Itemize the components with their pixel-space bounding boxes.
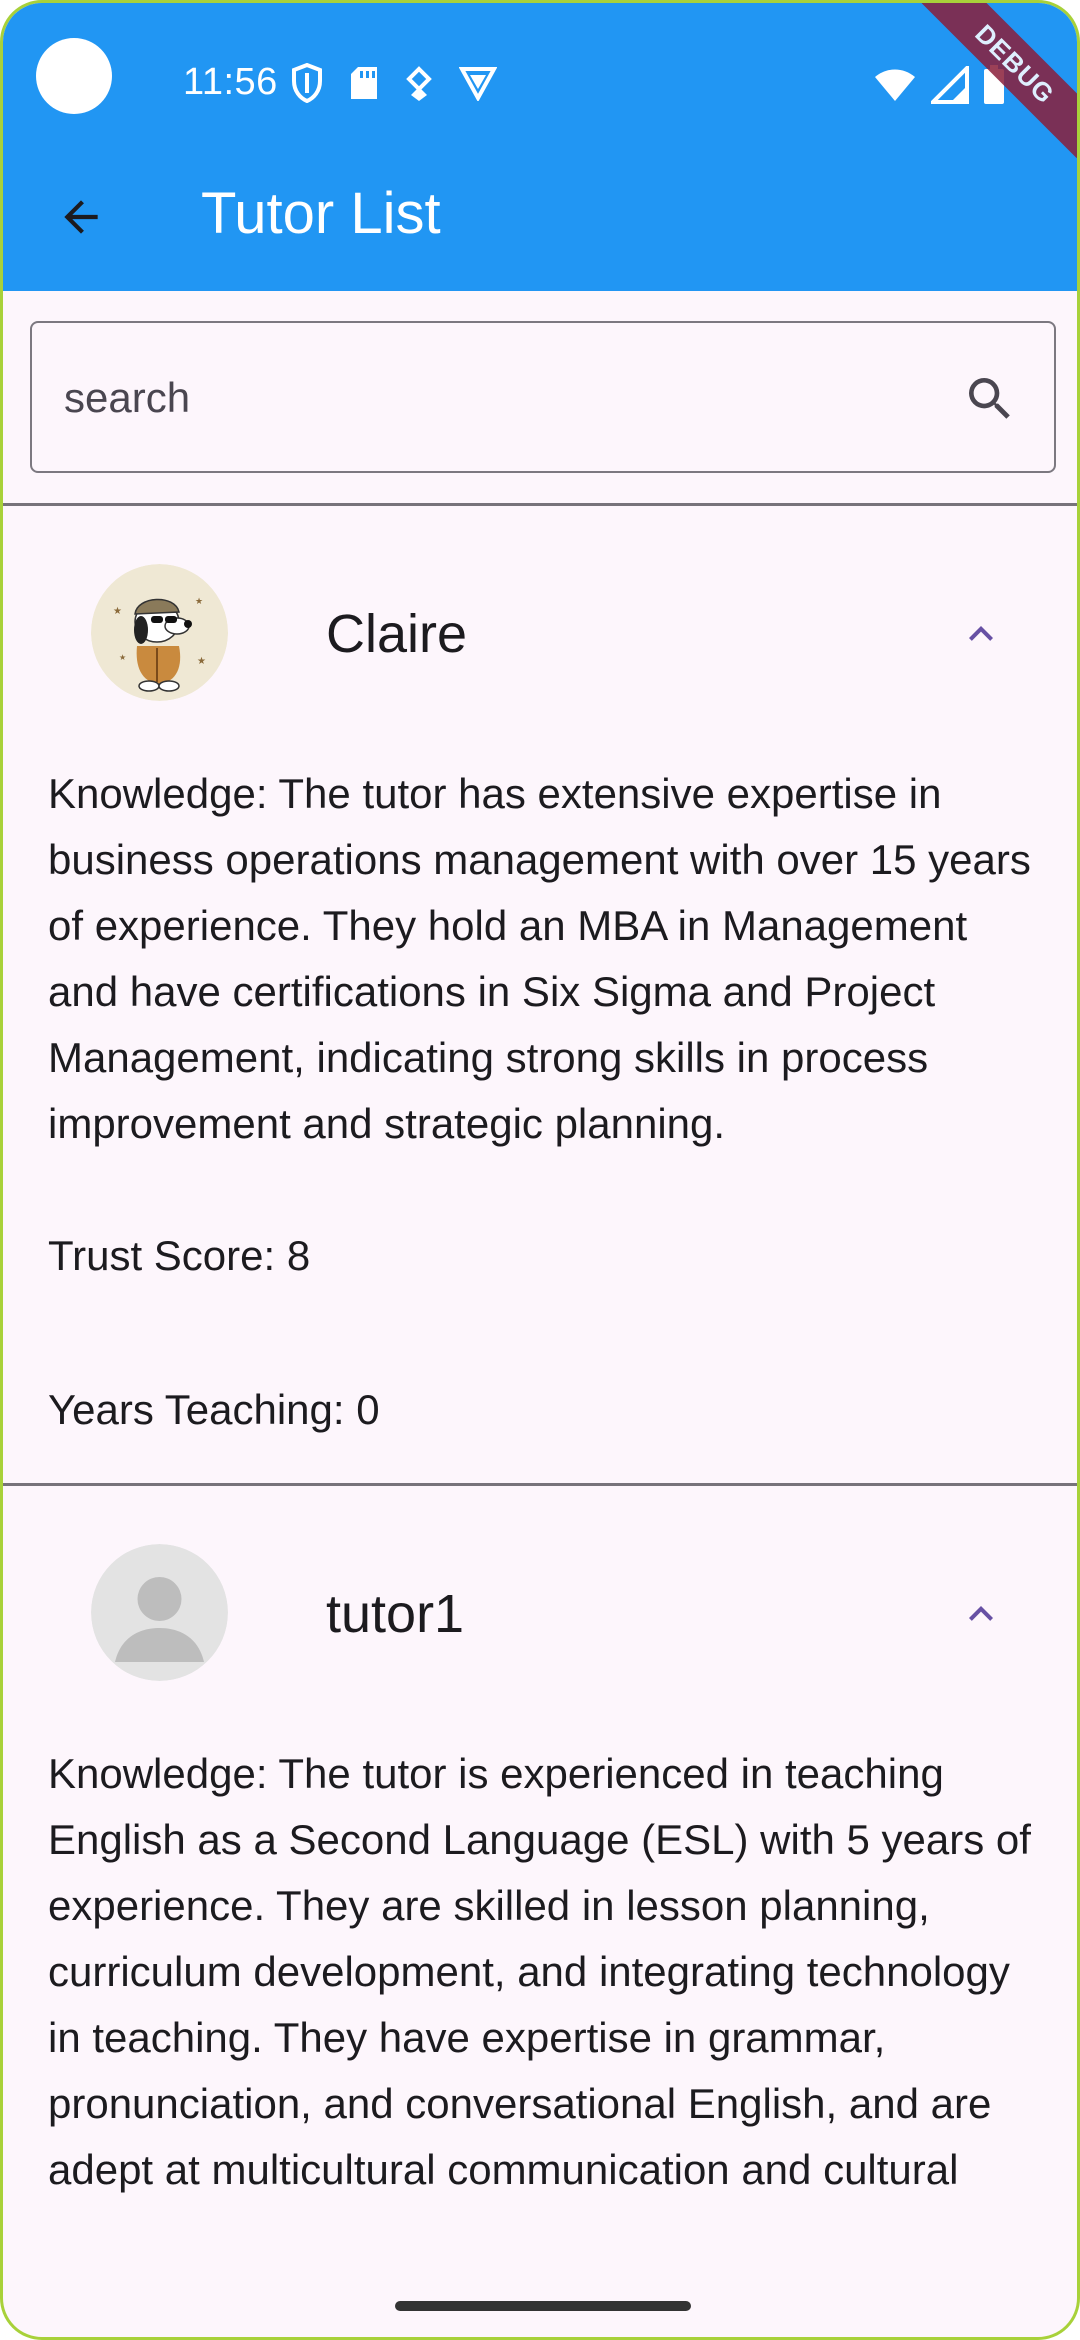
tutor-details: Knowledge: The tutor has extensive exper…: [3, 761, 1077, 1483]
svg-text:★: ★: [119, 653, 126, 662]
page-title: Tutor List: [201, 181, 441, 246]
cell-signal-icon: [931, 66, 969, 104]
status-system-icons: [873, 63, 1005, 107]
search-icon[interactable]: [962, 371, 1018, 427]
tutor-knowledge: Knowledge: The tutor is experienced in t…: [48, 1750, 1031, 2193]
shield-icon: [292, 63, 322, 103]
tutor-name: tutor1: [326, 1584, 465, 1644]
download-diamond-icon: [406, 66, 432, 101]
avatar: ★ ★ ★ ★: [91, 564, 228, 701]
app-bar: 11:56 DEBUG Tutor List: [3, 3, 1077, 291]
chevron-up-icon[interactable]: [957, 610, 1005, 658]
tutor-card: ★ ★ ★ ★ Claire Knowledge: The tutor has …: [3, 506, 1077, 1483]
tutor-trust-score: Trust Score: 8: [48, 1232, 311, 1279]
svg-text:★: ★: [113, 606, 122, 617]
avatar: [91, 1544, 228, 1681]
camera-cutout: [36, 38, 112, 114]
search-input[interactable]: [62, 363, 942, 433]
chevron-up-icon[interactable]: [957, 1590, 1005, 1638]
search-field[interactable]: [30, 321, 1056, 473]
svg-text:★: ★: [197, 656, 206, 667]
tutor-list: ★ ★ ★ ★ Claire Knowledge: The tutor has …: [3, 503, 1077, 2203]
tutor-knowledge: Knowledge: The tutor has extensive exper…: [48, 770, 1031, 1147]
back-button[interactable]: [43, 179, 119, 255]
status-notification-icons: [291, 63, 497, 103]
tutor-card: tutor1 Knowledge: The tutor is experienc…: [3, 1486, 1077, 2203]
wifi-icon: [875, 69, 915, 101]
svg-text:★: ★: [195, 597, 203, 607]
sd-card-icon: [351, 67, 377, 99]
status-time: 11:56: [183, 61, 278, 103]
vpn-triangle-icon: [459, 67, 497, 101]
tutor-details: Knowledge: The tutor is experienced in t…: [3, 1741, 1077, 2203]
device-frame: 11:56 DEBUG Tutor List search ★ ★ ★ ★ Cl…: [0, 0, 1080, 2340]
arrow-back-icon: [64, 200, 98, 234]
tutor-years-teaching: Years Teaching: 0: [48, 1386, 380, 1433]
tutor-card-header[interactable]: ★ ★ ★ ★ Claire: [3, 506, 1077, 761]
gesture-navigation-bar[interactable]: [395, 2301, 691, 2311]
snoopy-avatar-icon: ★ ★ ★ ★: [91, 564, 228, 701]
person-placeholder-icon: [91, 1544, 228, 1681]
tutor-card-header[interactable]: tutor1: [3, 1486, 1077, 1741]
tutor-name: Claire: [326, 604, 468, 664]
